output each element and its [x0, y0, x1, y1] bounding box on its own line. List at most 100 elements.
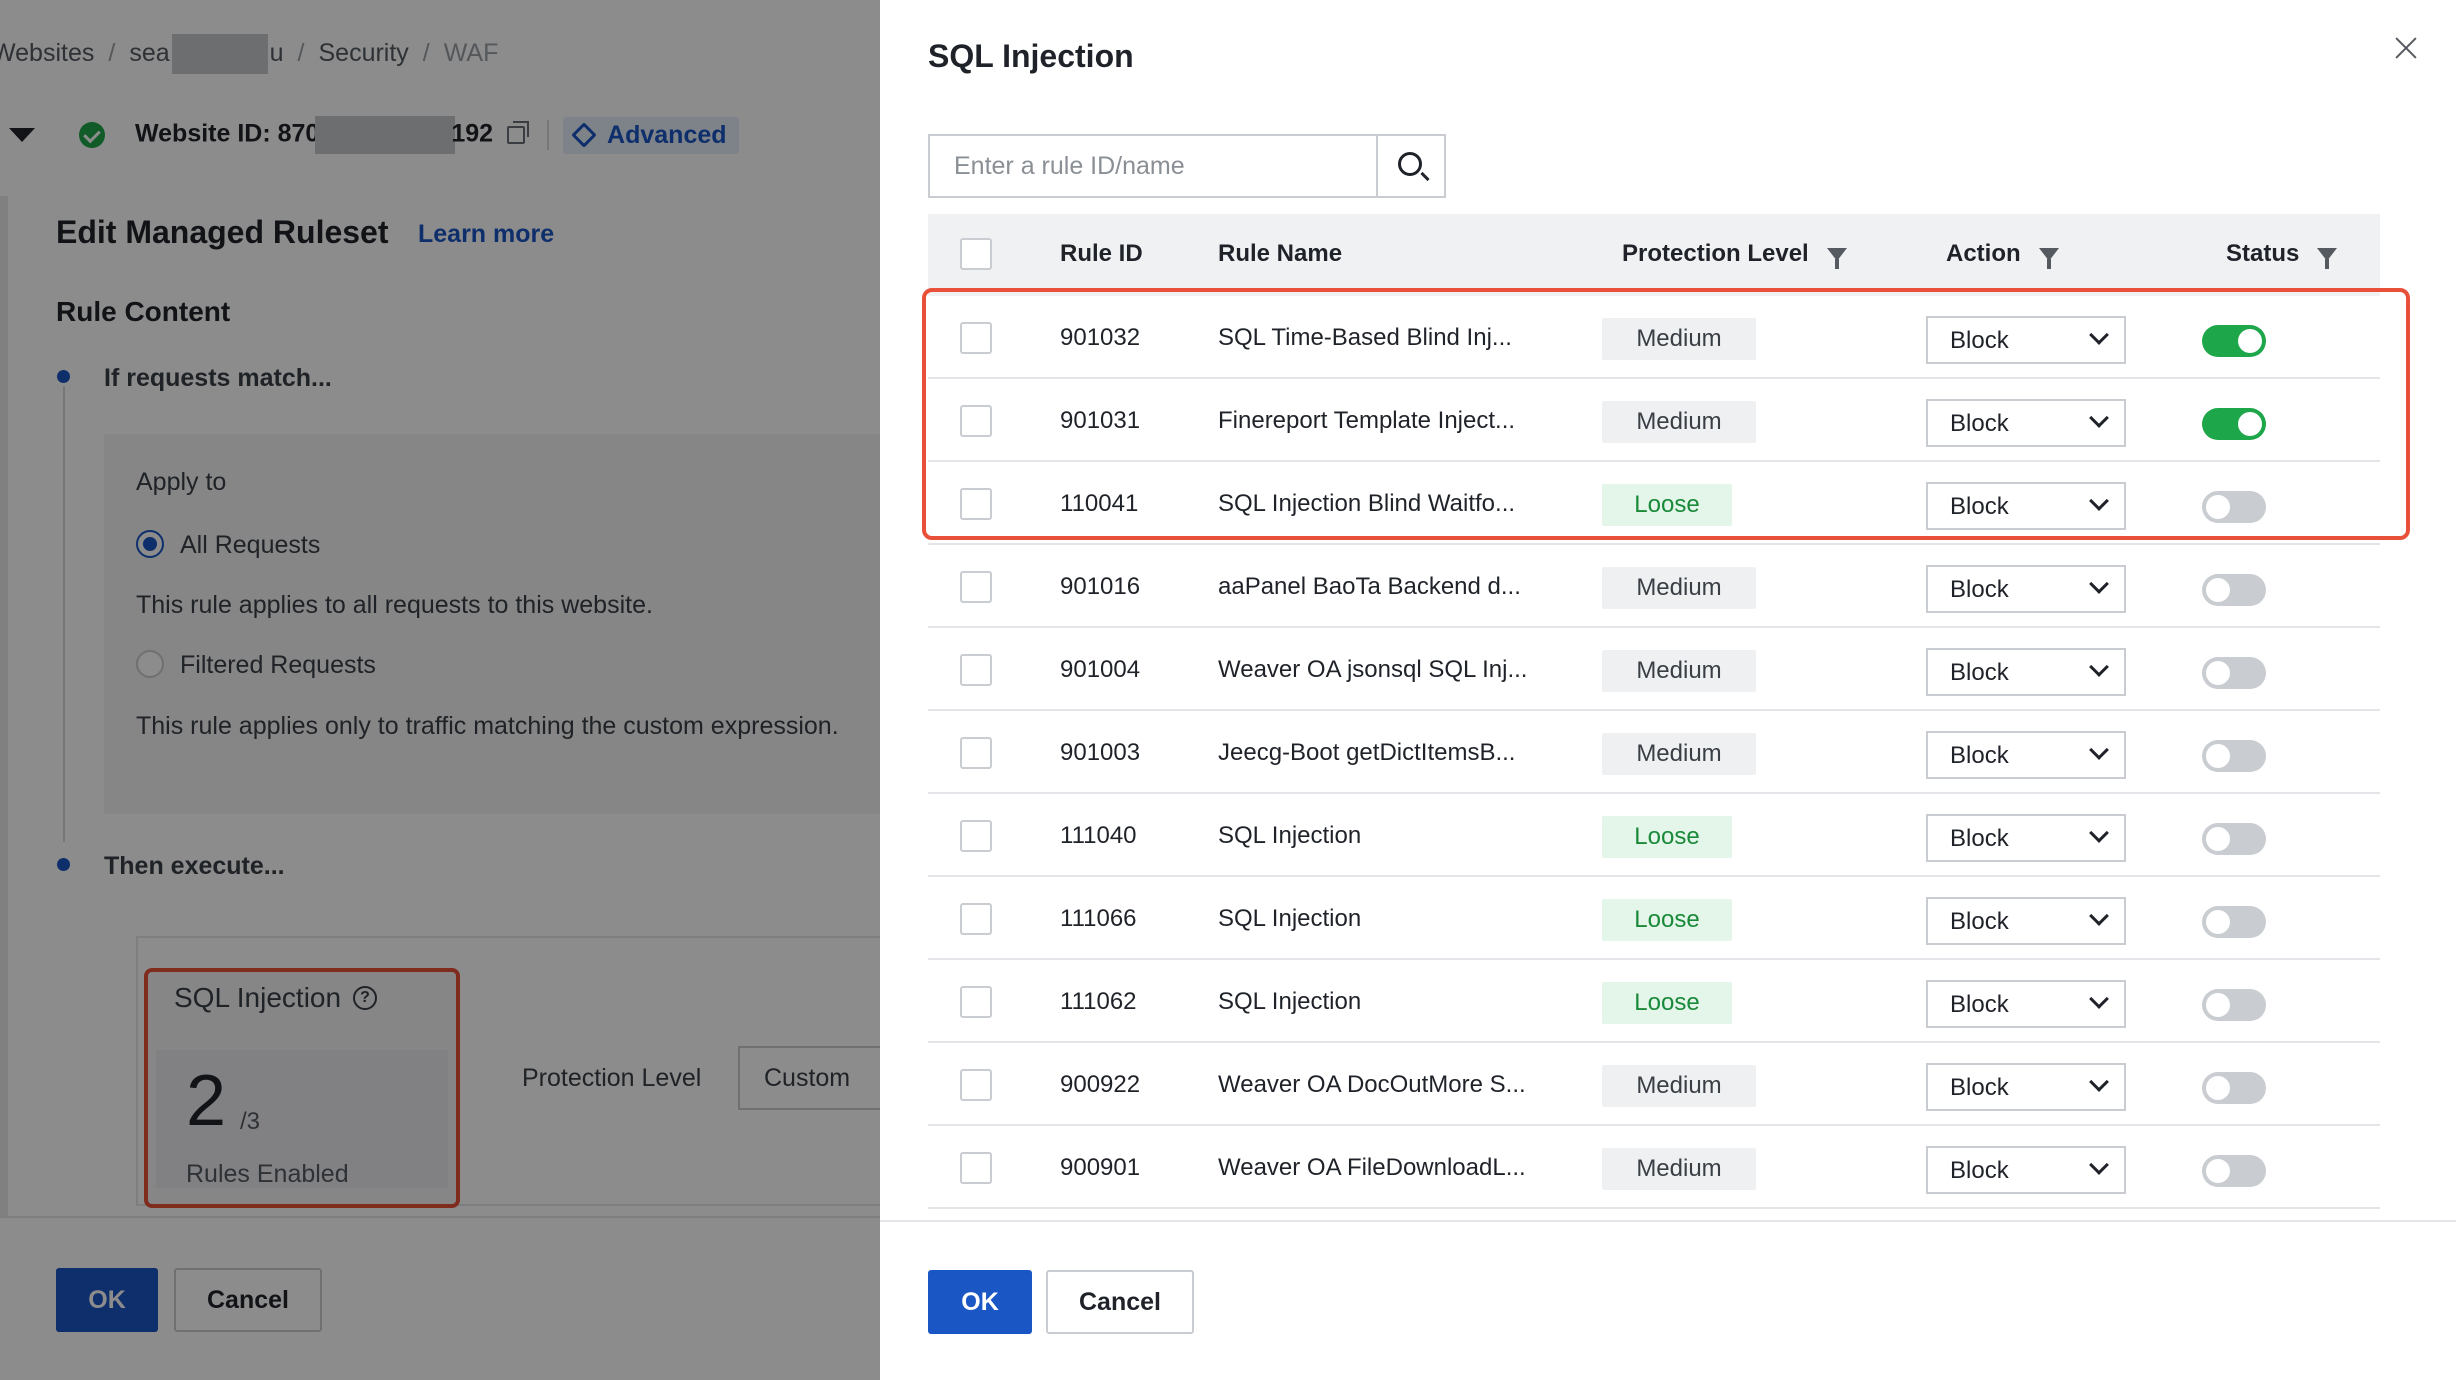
radio-filtered-requests[interactable] — [136, 650, 164, 678]
drawer-ok-button[interactable]: OK — [928, 1270, 1032, 1334]
action-select[interactable]: Block — [1926, 565, 2126, 613]
row-checkbox[interactable] — [960, 1069, 992, 1101]
row-checkbox[interactable] — [960, 737, 992, 769]
status-toggle[interactable] — [2202, 1072, 2266, 1104]
row-checkbox[interactable] — [960, 903, 992, 935]
protection-level-tag: Medium — [1602, 318, 1756, 360]
page-title: Edit Managed Ruleset — [56, 214, 389, 250]
action-select[interactable]: Block — [1926, 814, 2126, 862]
rule-name-cell: Weaver OA jsonsql SQL Inj... — [1218, 656, 1528, 683]
action-select[interactable]: Block — [1926, 648, 2126, 696]
column-protection-level: Protection Level — [1622, 240, 1847, 269]
protection-level-select[interactable]: Custom — [738, 1046, 880, 1110]
rules-enabled-label: Rules Enabled — [186, 1160, 349, 1188]
rule-search-input[interactable] — [928, 134, 1378, 198]
status-toggle[interactable] — [2202, 491, 2266, 523]
rule-id-cell: 111062 — [1060, 988, 1137, 1015]
drawer-cancel-button[interactable]: Cancel — [1046, 1270, 1194, 1334]
table-row: 900901 Weaver OA FileDownloadL... Medium Bl… — [928, 1126, 2380, 1209]
chevron-down-icon — [2089, 574, 2109, 594]
table-row: 901003 Jeecg-Boot getDictItemsB... Medium B… — [928, 711, 2380, 794]
column-status: Status — [2226, 240, 2338, 269]
row-checkbox[interactable] — [960, 1152, 992, 1184]
chevron-down-icon — [2089, 657, 2109, 677]
row-checkbox[interactable] — [960, 986, 992, 1018]
chevron-down-icon — [2089, 906, 2109, 926]
action-select[interactable]: Block — [1926, 897, 2126, 945]
editor-cancel-button[interactable]: Cancel — [174, 1268, 322, 1332]
row-checkbox[interactable] — [960, 322, 992, 354]
sql-injection-card-title: SQL Injection? — [174, 982, 378, 1014]
action-select[interactable]: Block — [1926, 399, 2126, 447]
background-page: Websites / sea u / Security / WAF Website ID: 8… — [0, 0, 880, 1380]
chevron-down-icon — [2089, 740, 2109, 760]
table-row: 110041 SQL Injection Blind Waitfo... Loose… — [928, 462, 2380, 545]
filter-icon[interactable] — [2317, 247, 2338, 269]
protection-level-tag: Medium — [1602, 650, 1756, 692]
action-select[interactable]: Block — [1926, 980, 2126, 1028]
rule-id-cell: 111066 — [1060, 905, 1137, 932]
rule-name-cell: Weaver OA DocOutMore S... — [1218, 1071, 1526, 1098]
rule-name-cell: aaPanel BaoTa Backend d... — [1218, 573, 1521, 600]
status-toggle[interactable] — [2202, 574, 2266, 606]
action-select[interactable]: Block — [1926, 1146, 2126, 1194]
filtered-requests-label: Filtered Requests — [180, 651, 376, 679]
protection-level-tag: Loose — [1602, 484, 1732, 526]
enabled-count: 2 — [186, 1061, 227, 1141]
status-toggle[interactable] — [2202, 325, 2266, 357]
step-dot — [57, 858, 70, 871]
action-select[interactable]: Block — [1926, 482, 2126, 530]
breadcrumb-site[interactable]: sea u — [129, 34, 284, 74]
protection-level-tag: Medium — [1602, 401, 1756, 443]
filter-icon[interactable] — [1826, 247, 1847, 269]
search-button[interactable] — [1376, 134, 1446, 198]
table-row: 111062 SQL Injection Loose Block — [928, 960, 2380, 1043]
column-rule-id: Rule ID — [1060, 240, 1143, 267]
status-toggle[interactable] — [2202, 989, 2266, 1021]
website-id-row: Website ID: 870 192 Advanced — [0, 112, 739, 158]
row-checkbox[interactable] — [960, 405, 992, 437]
action-select[interactable]: Block — [1926, 1063, 2126, 1111]
status-toggle[interactable] — [2202, 906, 2266, 938]
editor-ok-button[interactable]: OK — [56, 1268, 158, 1332]
action-select[interactable]: Block — [1926, 316, 2126, 364]
column-action: Action — [1946, 240, 2059, 269]
row-checkbox[interactable] — [960, 654, 992, 686]
apply-to-label: Apply to — [136, 468, 227, 496]
step-dot — [57, 370, 70, 383]
column-rule-name: Rule Name — [1218, 240, 1343, 267]
table-row: 901031 Finereport Template Inject... Mediu… — [928, 379, 2380, 462]
breadcrumb-security[interactable]: Security — [318, 39, 408, 68]
caret-down-icon[interactable] — [9, 128, 35, 142]
table-row: 900922 Weaver OA DocOutMore S... Medium Blo… — [928, 1043, 2380, 1126]
filter-icon[interactable] — [2038, 247, 2059, 269]
section-title-rule-content: Rule Content — [56, 296, 231, 327]
breadcrumb-websites[interactable]: Websites — [0, 39, 94, 68]
status-toggle[interactable] — [2202, 823, 2266, 855]
action-select[interactable]: Block — [1926, 731, 2126, 779]
status-toggle[interactable] — [2202, 408, 2266, 440]
search-icon — [1398, 152, 1422, 176]
learn-more-link[interactable]: Learn more — [418, 220, 554, 249]
row-checkbox[interactable] — [960, 488, 992, 520]
help-icon[interactable]: ? — [353, 986, 378, 1010]
protection-level-tag: Medium — [1602, 1148, 1756, 1190]
editor-footer: OK Cancel — [0, 1216, 880, 1380]
status-toggle[interactable] — [2202, 657, 2266, 689]
status-toggle[interactable] — [2202, 1155, 2266, 1187]
row-checkbox[interactable] — [960, 820, 992, 852]
rule-name-cell: Weaver OA FileDownloadL... — [1218, 1154, 1526, 1181]
status-toggle[interactable] — [2202, 740, 2266, 772]
diamond-icon — [571, 122, 597, 148]
close-icon[interactable] — [2392, 34, 2420, 62]
table-row: 111066 SQL Injection Loose Block — [928, 877, 2380, 960]
rule-id-cell: 900901 — [1060, 1154, 1141, 1181]
radio-all-requests[interactable] — [136, 530, 164, 558]
rule-id-cell: 901003 — [1060, 739, 1141, 766]
select-all-checkbox[interactable] — [960, 238, 992, 270]
rule-id-cell: 901032 — [1060, 324, 1141, 351]
copy-icon[interactable] — [507, 121, 530, 144]
protection-level-tag: Medium — [1602, 567, 1756, 609]
row-checkbox[interactable] — [960, 571, 992, 603]
sql-injection-card[interactable]: SQL Injection? 2 /3 Rules Enabled — [144, 968, 460, 1208]
